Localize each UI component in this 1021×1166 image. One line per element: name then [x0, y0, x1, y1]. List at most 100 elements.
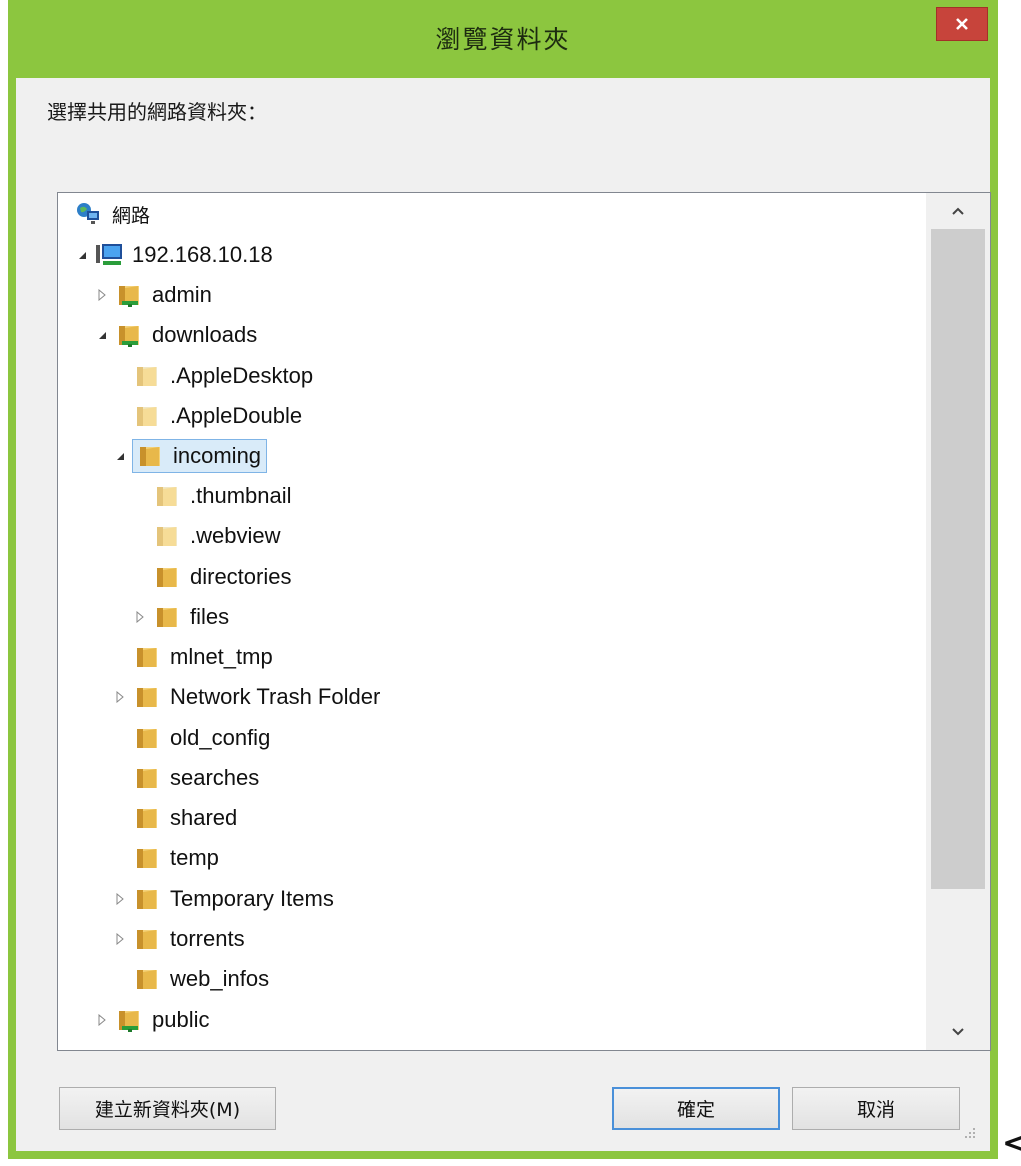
folder-icon	[132, 763, 162, 793]
node-content[interactable]: files	[152, 600, 229, 634]
node-content[interactable]: .AppleDouble	[132, 399, 302, 433]
scroll-up-button[interactable]	[926, 193, 990, 229]
tree-node-downloads[interactable]: downloads	[94, 317, 257, 353]
tree-node-label: directories	[190, 564, 292, 589]
folder-icon	[135, 441, 165, 471]
collapsed-arrow-icon[interactable]	[112, 891, 128, 907]
cancel-button[interactable]: 取消	[792, 1087, 960, 1130]
chevron-up-icon	[952, 207, 964, 215]
tree-node-webview[interactable]: .webview	[132, 518, 280, 554]
tree-node-torrents[interactable]: torrents	[112, 921, 245, 957]
tree-node-label: incoming	[173, 443, 262, 468]
tree-node-label: admin	[152, 282, 212, 307]
node-content[interactable]: old_config	[132, 721, 270, 755]
collapsed-arrow-icon[interactable]	[132, 609, 148, 625]
tree-node-label: 網路	[112, 204, 151, 227]
tree-viewport: 網路 192.168.10.18 admin downloads .AppleDes…	[58, 193, 926, 1050]
tree-node-searches[interactable]: searches	[112, 760, 259, 796]
node-content[interactable]: admin	[114, 278, 212, 312]
tree-node-temporary-items[interactable]: Temporary Items	[112, 881, 334, 917]
computer-icon	[94, 240, 124, 270]
tree-node-computer[interactable]: 192.168.10.18	[74, 237, 273, 273]
tree-node-mlnet-tmp[interactable]: mlnet_tmp	[112, 639, 273, 675]
folder-icon	[132, 843, 162, 873]
folder-icon	[132, 803, 162, 833]
collapsed-arrow-icon[interactable]	[112, 689, 128, 705]
stray-character: <	[1001, 1120, 1021, 1166]
tree-node-label: Temporary Items	[170, 886, 334, 911]
tree-node-web-infos[interactable]: web_infos	[112, 961, 269, 997]
tree-node-temp[interactable]: temp	[112, 840, 219, 876]
node-content[interactable]: public	[114, 1003, 209, 1037]
folder-icon	[152, 481, 182, 511]
expanded-arrow-icon[interactable]	[112, 448, 128, 464]
tree-node-label: .AppleDouble	[170, 403, 303, 428]
folder-icon	[132, 642, 162, 672]
expanded-arrow-icon[interactable]	[94, 327, 110, 343]
node-content[interactable]: searches	[132, 761, 259, 795]
instruction-text: 選擇共用的網路資料夾：	[47, 100, 267, 124]
tree-node-label: old_config	[170, 725, 271, 750]
expanded-arrow-icon[interactable]	[74, 247, 90, 263]
node-content[interactable]: Temporary Items	[132, 882, 334, 916]
new-folder-button[interactable]: 建立新資料夾(M)	[59, 1087, 276, 1130]
tree-node-public[interactable]: public	[94, 1002, 209, 1038]
tree-node-directories[interactable]: directories	[132, 559, 291, 595]
title-bar[interactable]: 瀏覽資料夾	[8, 0, 998, 78]
collapsed-arrow-icon[interactable]	[94, 1012, 110, 1028]
tree-node-shared[interactable]: shared	[112, 800, 237, 836]
vertical-scrollbar[interactable]	[926, 193, 990, 1050]
ok-button[interactable]: 確定	[612, 1087, 780, 1130]
tree-node-incoming[interactable]: incoming	[112, 438, 268, 474]
tree-node-label: temp	[170, 845, 219, 870]
node-content[interactable]: mlnet_tmp	[132, 640, 273, 674]
node-content[interactable]: .webview	[152, 519, 280, 553]
folder-tree[interactable]: 網路 192.168.10.18 admin downloads .AppleDes…	[57, 192, 991, 1051]
network-icon	[74, 199, 104, 229]
close-button[interactable]	[936, 7, 988, 41]
folder-icon	[132, 884, 162, 914]
scroll-down-button[interactable]	[926, 1014, 990, 1050]
tree-node-label: searches	[170, 765, 260, 790]
tree-node-label: 192.168.10.18	[132, 242, 273, 267]
tree-node-network-trash-folder[interactable]: Network Trash Folder	[112, 679, 380, 715]
node-content[interactable]: downloads	[114, 318, 257, 352]
node-content[interactable]: temp	[132, 841, 219, 875]
tree-node-appledouble[interactable]: .AppleDouble	[112, 398, 302, 434]
node-content[interactable]: .AppleDesktop	[132, 359, 313, 393]
folder-icon	[152, 602, 182, 632]
node-content[interactable]: directories	[152, 560, 291, 594]
collapsed-arrow-icon[interactable]	[112, 931, 128, 947]
tree-node-label: files	[190, 604, 230, 629]
folder-icon	[132, 964, 162, 994]
tree-node-appledesktop[interactable]: .AppleDesktop	[112, 358, 313, 394]
shared-folder-icon	[114, 1005, 144, 1035]
node-content[interactable]: Network Trash Folder	[132, 680, 380, 714]
scrollbar-thumb[interactable]	[931, 229, 985, 889]
tree-node-old-config[interactable]: old_config	[112, 720, 270, 756]
tree-node-label: web_infos	[170, 966, 270, 991]
tree-node-label: .webview	[190, 523, 281, 548]
folder-icon	[132, 723, 162, 753]
node-content[interactable]: shared	[132, 801, 237, 835]
node-content[interactable]: torrents	[132, 922, 245, 956]
tree-node-thumbnail[interactable]: .thumbnail	[132, 478, 292, 514]
tree-node-admin[interactable]: admin	[94, 277, 212, 313]
tree-node-label: mlnet_tmp	[170, 644, 273, 669]
node-content[interactable]: web_infos	[132, 962, 269, 996]
tree-node-network[interactable]: 網路	[74, 196, 150, 232]
tree-node-files[interactable]: files	[132, 599, 229, 635]
selected-highlight[interactable]: incoming	[132, 439, 268, 473]
resize-grip-icon[interactable]	[958, 1125, 978, 1145]
collapsed-arrow-icon[interactable]	[94, 287, 110, 303]
node-content[interactable]: .thumbnail	[152, 479, 292, 513]
tree-node-label: torrents	[170, 926, 245, 951]
